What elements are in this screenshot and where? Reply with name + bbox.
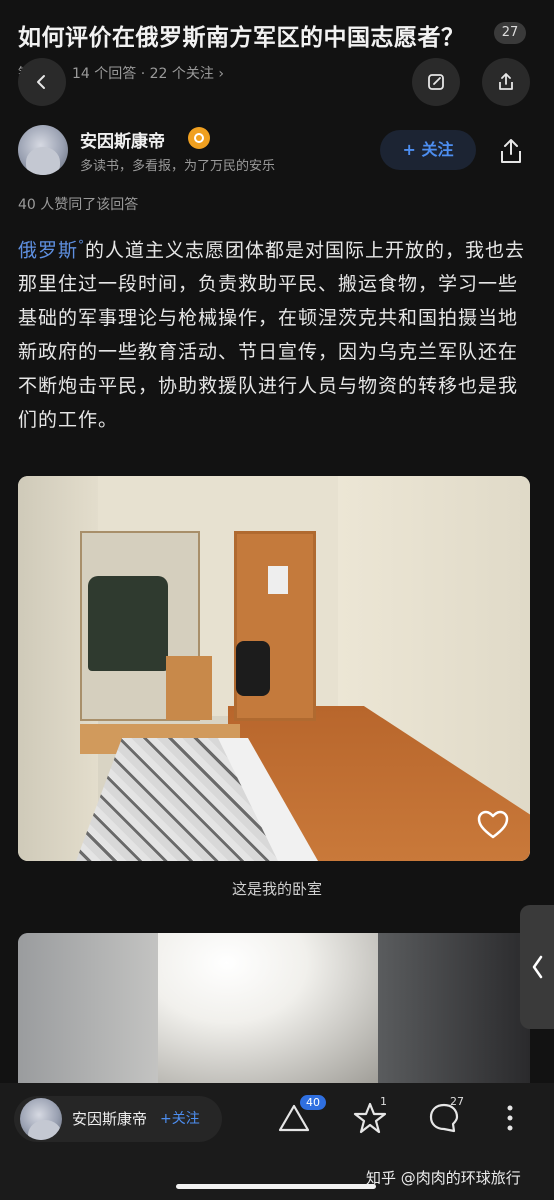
follow-button[interactable]: + 关注 bbox=[380, 130, 476, 170]
pill-follow-button[interactable]: +关注 bbox=[160, 1108, 200, 1128]
photo-backpack bbox=[236, 641, 270, 696]
heart-icon[interactable] bbox=[476, 808, 510, 842]
search-mark-icon: ° bbox=[78, 238, 86, 252]
back-button[interactable] bbox=[18, 58, 66, 106]
photo-dresser bbox=[166, 656, 212, 720]
edit-icon bbox=[428, 74, 444, 90]
verified-badge-icon bbox=[188, 127, 210, 149]
author-name[interactable]: 安因斯康帝 bbox=[80, 127, 165, 152]
answer-body: 的人道主义志愿团体都是对国际上开放的，我也去那里住过一段时间，负责救助平民、搬运… bbox=[18, 239, 526, 432]
favorite-count: 1 bbox=[380, 1095, 387, 1108]
side-collapse-tab[interactable] bbox=[520, 905, 554, 1029]
author-avatar[interactable] bbox=[18, 125, 68, 175]
comment-count-badge: 27 bbox=[494, 22, 526, 44]
likes-line: 40 人赞同了该回答 bbox=[18, 197, 139, 213]
author-bio: 多读书，多看报，为了万民的安乐 bbox=[80, 159, 276, 174]
photo2-window-light bbox=[158, 933, 388, 1083]
chevron-left-icon bbox=[532, 955, 543, 979]
photo2-dark-wall bbox=[378, 933, 530, 1083]
home-indicator[interactable] bbox=[176, 1184, 376, 1189]
share-icon bbox=[499, 73, 513, 90]
share-answer-icon[interactable] bbox=[496, 136, 526, 166]
more-icon[interactable] bbox=[492, 1100, 528, 1136]
upvote-count: 40 bbox=[300, 1095, 326, 1110]
question-title[interactable]: 如何评价在俄罗斯南方军区的中国志愿者？ bbox=[18, 18, 518, 52]
bedroom-photo[interactable] bbox=[18, 476, 530, 861]
share-button[interactable] bbox=[482, 58, 530, 106]
answer-text: 俄罗斯°的人道主义志愿团体都是对国际上开放的，我也去那里住过一段时间，负责救助平… bbox=[18, 228, 532, 437]
pill-author-name[interactable]: 安因斯康帝 bbox=[72, 1108, 147, 1129]
photo-door-sign bbox=[268, 566, 288, 594]
second-photo[interactable] bbox=[18, 933, 530, 1083]
chevron-left-icon bbox=[37, 75, 45, 89]
photo-caption: 这是我的卧室 bbox=[231, 880, 322, 898]
search-link[interactable]: 俄罗斯 bbox=[18, 239, 78, 261]
photo-jacket bbox=[88, 576, 168, 671]
photo2-wall bbox=[18, 933, 168, 1083]
watermark: 知乎 @肉肉的环球旅行 bbox=[366, 1169, 521, 1187]
comment-count: 27 bbox=[450, 1095, 464, 1108]
pill-avatar[interactable] bbox=[20, 1098, 62, 1140]
question-meta[interactable]: 14 个回答 · 22 个关注 › bbox=[72, 63, 224, 83]
edit-button[interactable] bbox=[412, 58, 460, 106]
